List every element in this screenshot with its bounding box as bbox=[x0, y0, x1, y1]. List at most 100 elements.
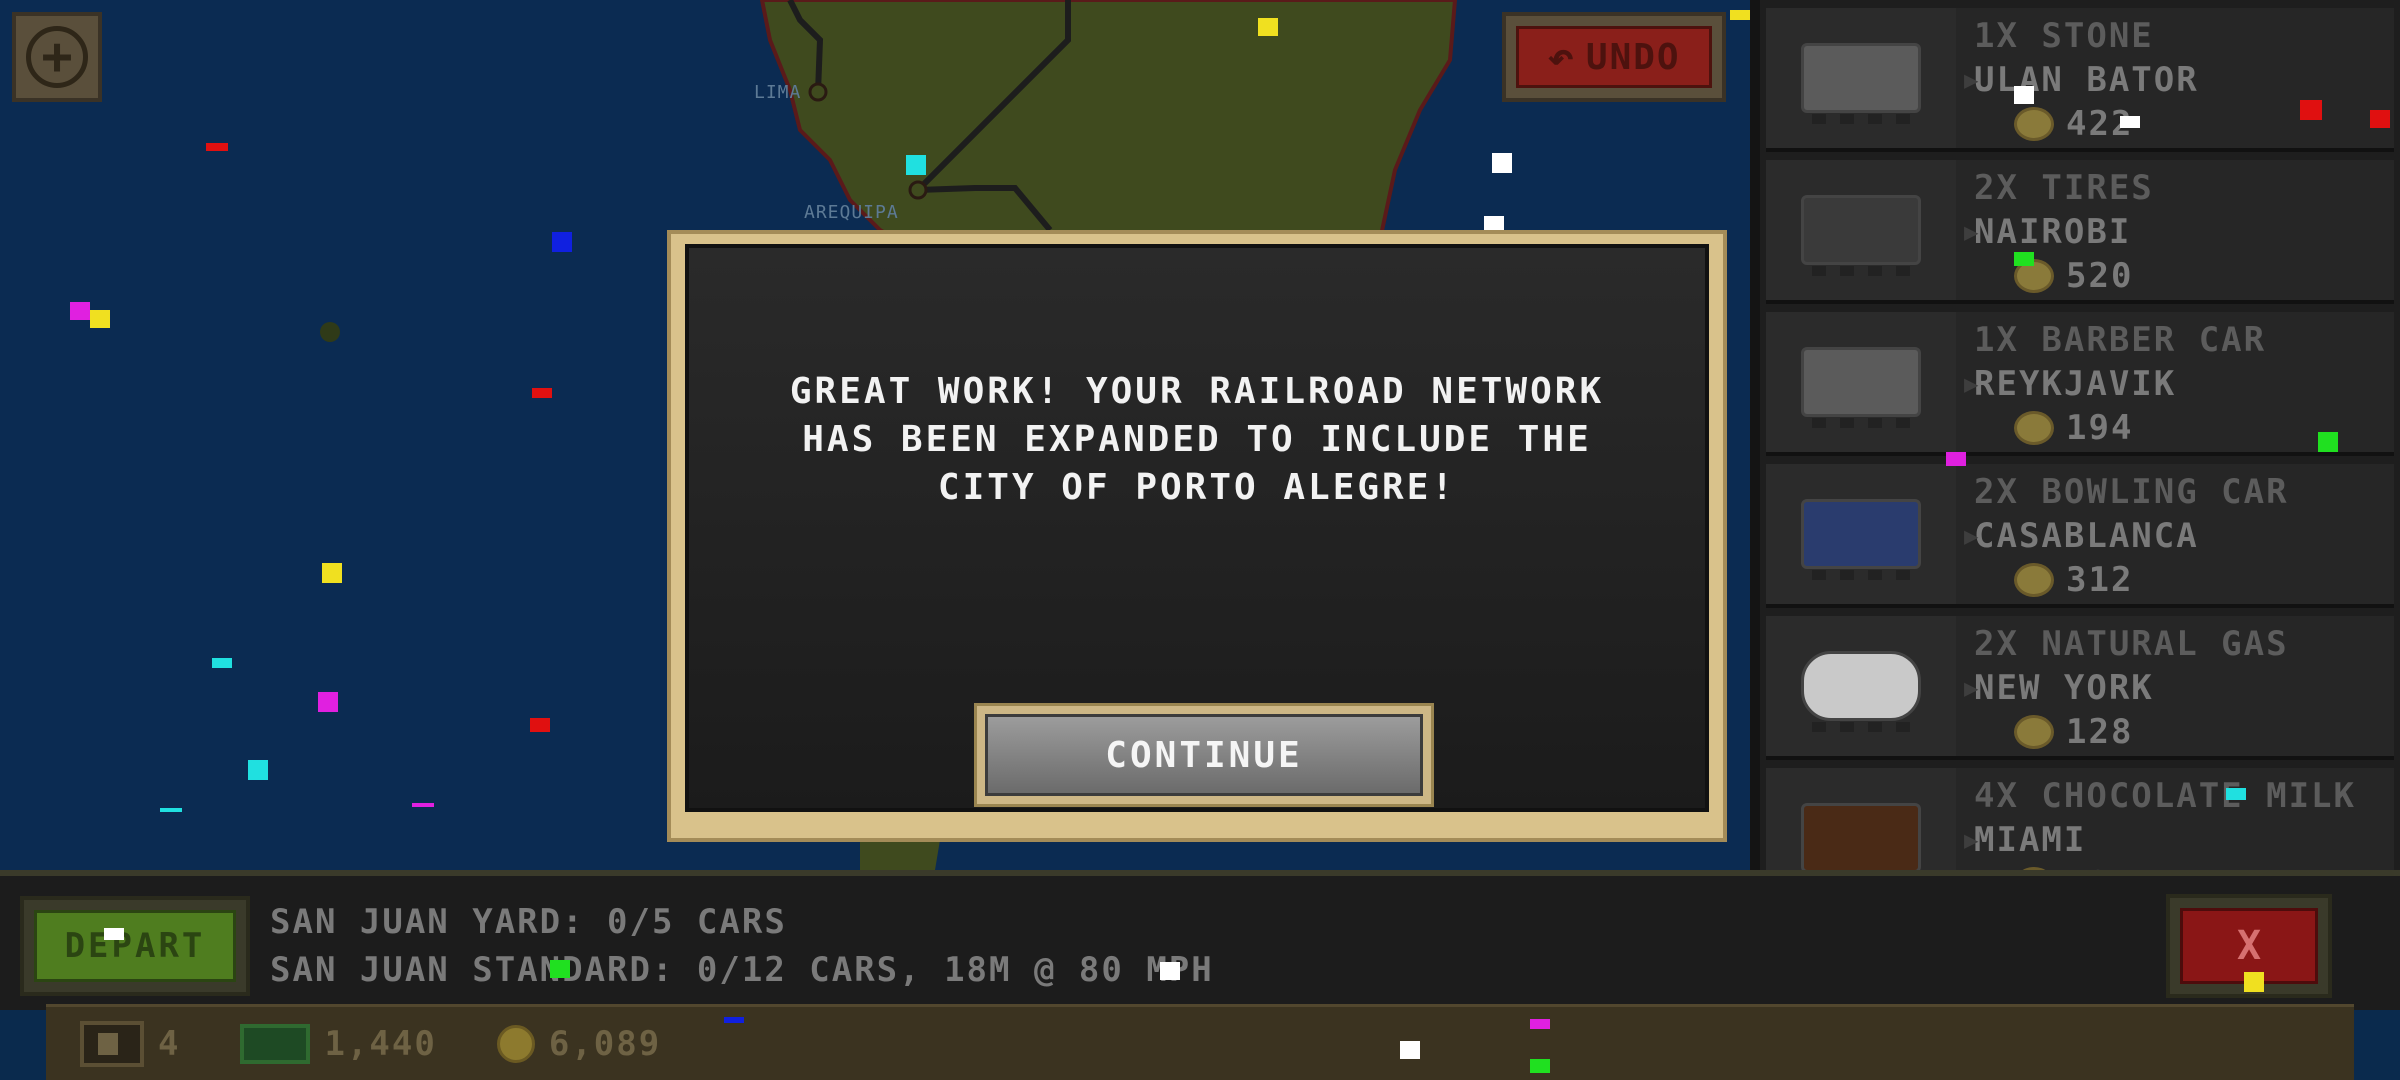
car-cargo: 2X NATURAL GAS bbox=[1974, 624, 2289, 664]
undo-button[interactable]: ↶ UNDO bbox=[1502, 12, 1726, 102]
car-destination: ULAN BATOR bbox=[1974, 60, 2199, 100]
chevron-right-icon: ▶ bbox=[1964, 674, 1979, 702]
tank-car-icon bbox=[1801, 651, 1921, 732]
gold-amount: 6,089 bbox=[548, 1023, 662, 1064]
particle bbox=[412, 803, 434, 807]
car-list-item[interactable]: ▶ 1X STONE ULAN BATOR 422 bbox=[1766, 8, 2394, 152]
particle bbox=[104, 928, 124, 940]
car-price: 128 bbox=[2066, 712, 2134, 752]
car-price: 194 bbox=[2066, 408, 2134, 448]
continue-label: CONTINUE bbox=[985, 714, 1423, 796]
particle bbox=[530, 718, 550, 732]
car-list-panel[interactable]: ▶ 1X STONE ULAN BATOR 422 ▶ 2X TIRES NAI… bbox=[1750, 0, 2400, 870]
car-list-item[interactable]: ▶ 2X NATURAL GAS NEW YORK 128 bbox=[1766, 616, 2394, 760]
particle bbox=[2014, 86, 2034, 104]
train-status-bar: DEPART SAN JUAN YARD: 0/5 CARS SAN JUAN … bbox=[0, 870, 2400, 1010]
continue-button[interactable]: CONTINUE bbox=[974, 703, 1434, 807]
coin-icon bbox=[2014, 107, 2054, 141]
car-cargo: 2X BOWLING CAR bbox=[1974, 472, 2289, 512]
particle bbox=[1400, 1041, 1420, 1059]
particle bbox=[1730, 10, 1750, 20]
particle bbox=[906, 155, 926, 175]
particle bbox=[1160, 962, 1180, 980]
coin-icon bbox=[2014, 563, 2054, 597]
car-destination: CASABLANCA bbox=[1974, 516, 2199, 556]
particle bbox=[1530, 1019, 1550, 1029]
car-list-item[interactable]: ▶ 2X BOWLING CAR CASABLANCA 312 bbox=[1766, 464, 2394, 608]
trains-count: 4 bbox=[158, 1023, 181, 1064]
particle bbox=[1492, 153, 1512, 173]
zoom-in-button[interactable]: + bbox=[12, 12, 102, 102]
car-thumbnail bbox=[1766, 464, 1956, 604]
particle bbox=[532, 388, 552, 398]
particle bbox=[90, 310, 110, 328]
chevron-right-icon: ▶ bbox=[1964, 370, 1979, 398]
particle bbox=[1258, 18, 1278, 36]
particle bbox=[2300, 100, 2322, 120]
city-node-arequipa[interactable] bbox=[908, 180, 928, 200]
dialog-message-line: HAS BEEN EXPANDED TO INCLUDE THE bbox=[802, 419, 1592, 460]
cash-icon bbox=[240, 1023, 311, 1064]
chevron-right-icon: ▶ bbox=[1964, 826, 1979, 854]
depart-label: DEPART bbox=[34, 910, 236, 982]
car-price: 520 bbox=[2066, 256, 2134, 296]
particle bbox=[2370, 110, 2390, 128]
particle bbox=[2244, 972, 2264, 992]
car-thumbnail bbox=[1766, 8, 1956, 148]
particle bbox=[206, 143, 228, 151]
particle bbox=[552, 232, 572, 252]
car-price: 312 bbox=[2066, 560, 2134, 600]
stone-car-icon bbox=[1801, 43, 1921, 124]
chevron-right-icon: ▶ bbox=[1964, 66, 1979, 94]
expansion-dialog: GREAT WORK! YOUR RAILROAD NETWORK HAS BE… bbox=[667, 230, 1727, 842]
landmass-edge bbox=[860, 840, 940, 870]
city-node-lima[interactable] bbox=[808, 82, 828, 102]
car-cargo: 1X STONE bbox=[1974, 16, 2154, 56]
tires-car-icon bbox=[1801, 195, 1921, 276]
car-destination: NAIROBI bbox=[1974, 212, 2132, 252]
dialog-message: GREAT WORK! YOUR RAILROAD NETWORK HAS BE… bbox=[689, 368, 1705, 512]
city-label-arequipa: AREQUIPA bbox=[804, 202, 899, 223]
particle bbox=[724, 1017, 744, 1023]
car-cargo: 4X CHOCOLATE MILK bbox=[1974, 776, 2356, 816]
cash-stat: 1,440 bbox=[240, 1023, 437, 1064]
car-thumbnail bbox=[1766, 768, 1956, 870]
car-list-item[interactable]: ▶ 1X BARBER CAR REYKJAVIK 194 bbox=[1766, 312, 2394, 456]
car-destination: MIAMI bbox=[1974, 820, 2087, 860]
particle bbox=[1530, 1059, 1550, 1073]
particle bbox=[212, 658, 232, 668]
car-list-item[interactable]: ▶ 2X TIRES NAIROBI 520 bbox=[1766, 160, 2394, 304]
particle bbox=[322, 563, 342, 583]
particle bbox=[2226, 788, 2246, 800]
undo-label: UNDO bbox=[1585, 36, 1681, 78]
particle bbox=[550, 960, 570, 978]
cash-amount: 1,440 bbox=[324, 1023, 437, 1064]
coin-icon bbox=[2014, 715, 2054, 749]
car-destination: NEW YORK bbox=[1974, 668, 2154, 708]
bowling-car-icon bbox=[1801, 499, 1921, 580]
chevron-right-icon: ▶ bbox=[1964, 218, 1979, 246]
barber-car-icon bbox=[1801, 347, 1921, 428]
car-list-item[interactable]: ▶ 4X CHOCOLATE MILK MIAMI 138 bbox=[1766, 768, 2394, 870]
player-stats-bar: 4 1,440 6,089 bbox=[46, 1004, 2354, 1080]
particle bbox=[1946, 452, 1966, 466]
island bbox=[320, 322, 340, 342]
particle bbox=[70, 302, 90, 320]
undo-arrow-icon: ↶ bbox=[1547, 31, 1576, 83]
dialog-message-line: GREAT WORK! YOUR RAILROAD NETWORK bbox=[789, 371, 1605, 412]
particle bbox=[2318, 432, 2338, 452]
gold-stat: 6,089 bbox=[496, 1023, 662, 1064]
particle bbox=[1484, 216, 1504, 230]
train-count-icon bbox=[80, 1020, 144, 1067]
chevron-right-icon: ▶ bbox=[1964, 522, 1979, 550]
car-thumbnail bbox=[1766, 616, 1956, 756]
train-capacity-status: SAN JUAN STANDARD: 0/12 CARS, 18M @ 80 M… bbox=[270, 950, 1214, 990]
depart-button[interactable]: DEPART bbox=[20, 896, 250, 996]
city-label-lima: LIMA bbox=[754, 82, 802, 103]
car-price: 138 bbox=[2066, 862, 2133, 870]
car-thumbnail bbox=[1766, 312, 1956, 452]
particle bbox=[2120, 116, 2140, 128]
yard-status: SAN JUAN YARD: 0/5 CARS bbox=[270, 902, 787, 942]
chocolate-car-icon bbox=[1801, 803, 1921, 870]
plus-icon: + bbox=[26, 26, 88, 88]
